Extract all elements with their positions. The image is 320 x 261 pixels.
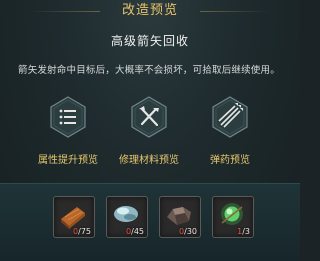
material-slot-crystal[interactable]: 0/45 bbox=[106, 196, 148, 238]
attribute-preview-button[interactable]: 属性提升预览 bbox=[28, 96, 108, 171]
material-count: 0/30 bbox=[179, 227, 197, 236]
material-slot-stone[interactable]: 0/30 bbox=[159, 196, 201, 238]
attribute-preview-label: 属性提升预览 bbox=[38, 155, 98, 166]
perk-description: 箭矢发射命中目标后，大概率不会损坏，可拾取后继续使用。 bbox=[18, 65, 280, 76]
arrows-icon bbox=[212, 96, 248, 138]
materials-strip: 0/75 0/45 0/30 1/3 bbox=[0, 183, 300, 261]
material-count: 0/75 bbox=[73, 227, 91, 236]
ammo-preview-label: 弹药预览 bbox=[210, 155, 250, 166]
repair-material-preview-button[interactable]: 修理材料预览 bbox=[109, 96, 189, 171]
modification-preview-panel: 改造预览 高级箭矢回收 箭矢发射命中目标后，大概率不会损坏，可拾取后继续使用。 … bbox=[0, 0, 300, 261]
panel-title: 改造预览 bbox=[0, 0, 300, 22]
ammo-preview-button[interactable]: 弹药预览 bbox=[190, 96, 270, 171]
material-slot-wood[interactable]: 0/75 bbox=[53, 196, 95, 238]
material-count: 1/3 bbox=[237, 227, 250, 236]
repair-material-preview-label: 修理材料预览 bbox=[119, 155, 179, 166]
tools-icon bbox=[131, 96, 167, 138]
material-count: 0/45 bbox=[126, 227, 144, 236]
list-icon bbox=[50, 96, 86, 138]
material-slot-gem[interactable]: 1/3 bbox=[212, 196, 254, 238]
perk-name: 高级箭矢回收 bbox=[110, 34, 189, 48]
